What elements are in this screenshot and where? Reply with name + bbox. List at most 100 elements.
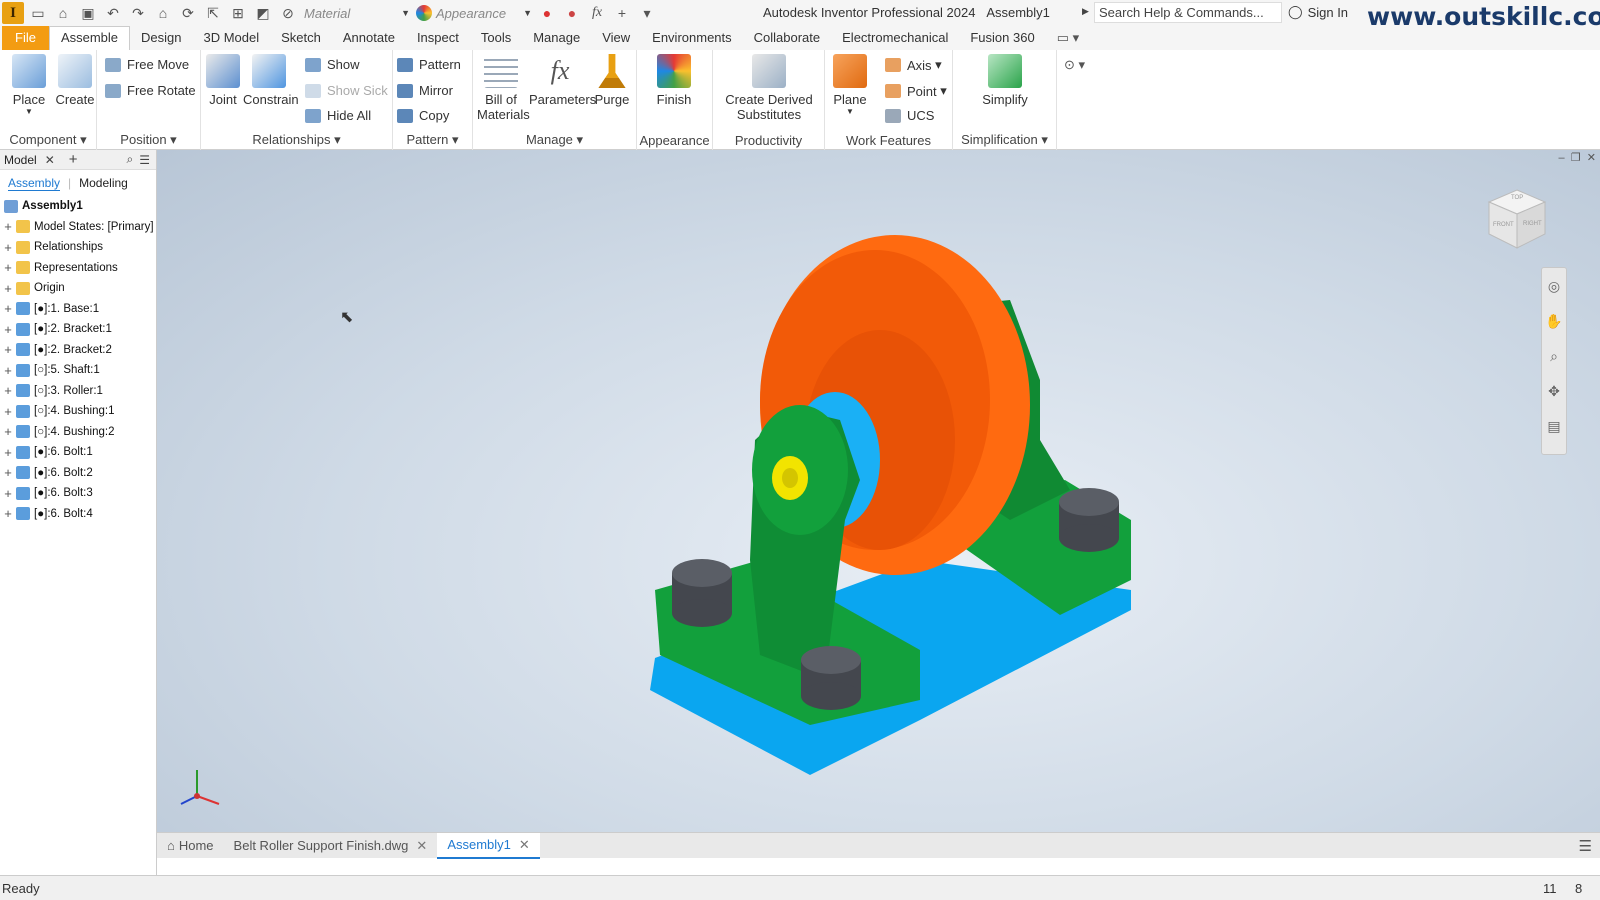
look-at-icon[interactable]: ▤ [1547,418,1560,435]
doc-tab-assembly1[interactable]: Assembly1 ✕ [437,832,540,859]
document-menu-icon[interactable]: ☰ [1579,837,1600,855]
copy-button[interactable]: Copy [397,108,449,123]
expand-icon[interactable]: + [0,445,16,460]
tab-electromechanical[interactable]: Electromechanical [831,26,959,50]
material-combo[interactable]: Material ▼ [303,3,411,23]
point-button[interactable]: Point ▾ [885,83,947,99]
tab-3d-model[interactable]: 3D Model [193,26,271,50]
hide-all-button[interactable]: Hide All [305,108,371,123]
tree-item[interactable]: + [○]:5. Shaft:1 [0,360,156,381]
redo-icon[interactable]: ↷ [127,2,149,24]
panel-title-simplification[interactable]: Simplification ▾ [953,132,1056,148]
expand-icon[interactable]: + [0,486,16,501]
tab-view[interactable]: View [591,26,641,50]
panel-title-position[interactable]: Position ▾ [97,132,200,148]
finish-button[interactable]: Finish [647,54,701,107]
tree-item[interactable]: + [●]:2. Bracket:2 [0,340,156,361]
place-button[interactable]: Place ▼ [8,54,50,116]
fx-parameters-icon[interactable]: fx [586,2,608,24]
tree-item[interactable]: + [○]:3. Roller:1 [0,381,156,402]
orbit-icon[interactable]: ✥ [1548,383,1560,400]
expand-icon[interactable]: + [0,301,16,316]
expand-icon[interactable]: + [0,424,16,439]
ribbon-display-toggle-icon[interactable]: ▭ ▾ [1046,26,1090,50]
save-icon[interactable]: ▣ [77,2,99,24]
ucs-button[interactable]: UCS [885,108,934,123]
show-button[interactable]: Show [305,57,360,72]
close-icon[interactable]: ✕ [416,838,427,854]
select-icon[interactable]: ⇱ [202,2,224,24]
doc-tab-belt-roller[interactable]: Belt Roller Support Finish.dwg ✕ [224,833,438,859]
close-icon[interactable]: ✕ [519,837,530,853]
plane-button[interactable]: Plane ▼ [831,54,869,116]
bill-of-materials-button[interactable]: Bill of Materials [477,54,530,122]
expand-icon[interactable]: + [0,363,16,378]
browser-subtab-modeling[interactable]: Modeling [79,176,128,190]
tab-tools[interactable]: Tools [470,26,522,50]
panel-title-component[interactable]: Component ▾ [0,132,96,148]
tab-design[interactable]: Design [130,26,192,50]
expand-icon[interactable]: + [0,404,16,419]
tree-item[interactable]: + [○]:4. Bushing:2 [0,422,156,443]
tree-item[interactable]: + [●]:1. Base:1 [0,299,156,320]
tree-item[interactable]: + Representations [0,258,156,279]
tree-item[interactable]: + Origin [0,278,156,299]
open-folder-icon[interactable]: ⌂ [52,2,74,24]
panel-title-manage[interactable]: Manage ▾ [473,132,636,148]
panel-title-pattern[interactable]: Pattern ▾ [393,132,472,148]
tree-item[interactable]: + [●]:6. Bolt:1 [0,442,156,463]
pan-hand-icon[interactable]: ✋ [1545,313,1562,330]
clear-appearance-icon[interactable]: ● [561,2,583,24]
tab-inspect[interactable]: Inspect [406,26,470,50]
close-icon[interactable]: ✕ [41,153,59,167]
create-button[interactable]: Create [54,54,96,107]
tab-annotate[interactable]: Annotate [332,26,406,50]
tab-manage[interactable]: Manage [522,26,591,50]
adjust-appearance-icon[interactable]: ● [536,2,558,24]
expand-icon[interactable]: + [0,281,16,296]
viewcube[interactable]: TOP FRONT RIGHT [1487,188,1547,250]
expand-icon[interactable]: + [0,465,16,480]
joint-button[interactable]: Joint [205,54,241,107]
panel-title-relationships[interactable]: Relationships ▾ [201,132,392,148]
tree-root[interactable]: Assembly1 [0,196,156,217]
create-derived-substitutes-button[interactable]: Create Derived Substitutes [717,54,821,122]
doc-tab-home[interactable]: ⌂ Home [157,833,224,859]
tree-item[interactable]: + [●]:6. Bolt:3 [0,483,156,504]
help-search-input[interactable]: Search Help & Commands... [1094,2,1282,23]
free-rotate-button[interactable]: Free Rotate [105,83,196,98]
purge-button[interactable]: Purge [593,54,631,107]
tab-assemble[interactable]: Assemble [48,26,131,50]
axis-button[interactable]: Axis ▾ [885,57,942,73]
new-file-icon[interactable]: ▭ [27,2,49,24]
home-icon[interactable]: ⌂ [152,2,174,24]
free-move-button[interactable]: Free Move [105,57,189,72]
pattern-button[interactable]: Pattern [397,57,461,72]
expand-icon[interactable]: + [0,219,16,234]
restore-icon[interactable]: ❐ [1571,152,1581,164]
clear-override-icon[interactable]: ⊘ [277,2,299,24]
search-icon[interactable]: ⌕ [121,152,140,167]
sign-in-button[interactable]: ◯ Sign In [1288,4,1348,20]
appearance-combo[interactable]: Appearance ▼ [415,3,533,23]
simplify-button[interactable]: Simplify [973,54,1037,107]
tree-item[interactable]: + [●]:6. Bolt:4 [0,504,156,525]
tree-item[interactable]: + [○]:4. Bushing:1 [0,401,156,422]
tab-file[interactable]: File [2,26,49,50]
tree-item[interactable]: + [●]:6. Bolt:2 [0,463,156,484]
show-sick-button[interactable]: Show Sick [305,83,388,98]
tab-collaborate[interactable]: Collaborate [743,26,832,50]
graphics-viewport[interactable]: TOP FRONT RIGHT – ❐ ✕ ◎ ✋ ⌕ ✥ ▤ ⬉ [157,150,1600,832]
inventor-logo-icon[interactable]: I [2,2,24,24]
tree-item[interactable]: + Relationships [0,237,156,258]
expand-icon[interactable]: + [0,383,16,398]
update-icon[interactable]: ⟳ [177,2,199,24]
tree-item[interactable]: + [●]:2. Bracket:1 [0,319,156,340]
expand-icon[interactable]: + [0,506,16,521]
tab-environments[interactable]: Environments [641,26,742,50]
tree-item[interactable]: + Model States: [Primary] [0,217,156,238]
constrain-button[interactable]: Constrain [243,54,299,107]
zoom-icon[interactable]: ⌕ [1550,348,1558,365]
tab-fusion-360[interactable]: Fusion 360 [959,26,1045,50]
steering-wheel-icon[interactable]: ◎ [1548,278,1560,295]
